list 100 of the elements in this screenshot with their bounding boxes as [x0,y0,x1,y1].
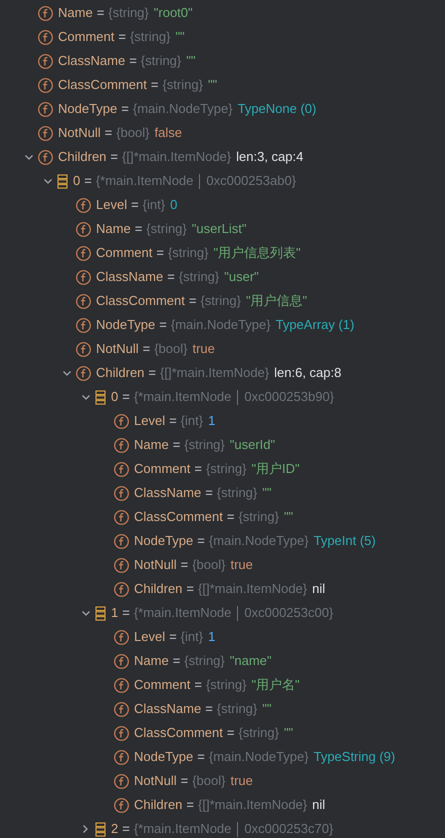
circle-f-icon [114,558,129,572]
field-name: Children [96,364,144,382]
circle-f-icon [114,798,129,812]
field-value: "" [262,700,272,718]
field-value: "用户名" [251,676,300,694]
equals-sign: = [142,340,150,358]
circle-f-icon [38,150,53,164]
chevron-down-icon[interactable] [80,610,90,616]
field-name: Level [96,196,128,214]
equals-sign: = [186,580,194,598]
type-label: {*main.ItemNode [96,172,194,190]
equals-sign: = [148,364,156,382]
chevron-down-icon[interactable] [42,178,52,184]
stack-icon [95,606,106,620]
field-value: "name" [230,652,272,670]
circle-f-icon [38,6,53,20]
circle-f-icon [38,78,53,92]
chevron-down-icon[interactable] [62,370,72,376]
field-value: "" [284,508,294,526]
type-label: {string} [206,676,246,694]
circle-f-icon [114,654,129,668]
circle-f-icon [114,630,129,644]
type-label: {string} [178,268,220,286]
field-name: Children [58,148,106,166]
field-value: TypeInt (5) [314,532,376,550]
type-label: {string} [146,220,187,238]
field-name: NodeType [96,316,156,334]
type-label: {bool} [192,772,226,790]
circle-f-icon [38,126,53,140]
type-label: {bool} [154,340,188,358]
circle-f-icon [76,294,91,308]
type-label: {int} [180,628,204,646]
type-label: {string} [206,460,246,478]
type-label: {string} [200,292,241,310]
type-label: {string} [216,484,258,502]
field-value: 1 [208,412,216,430]
equals-sign: = [156,244,164,262]
equals-sign: = [197,748,205,766]
field-value: "" [284,724,294,742]
type-label: {string} [108,4,149,22]
circle-f-icon [76,318,91,332]
equals-sign: = [122,604,130,622]
type-label: {string} [168,244,208,262]
type-label: {string} [130,28,170,46]
type-label: {string} [184,436,225,454]
circle-f-icon [114,486,129,500]
circle-f-icon [76,270,91,284]
chevron-right-icon[interactable] [82,824,89,834]
field-name: Level [134,412,166,430]
equals-sign: = [131,196,139,214]
equals-sign: = [134,220,142,238]
circle-f-icon [114,702,129,716]
field-value: TypeNone (0) [238,100,316,118]
stack-icon [95,822,106,836]
equals-sign: = [180,772,188,790]
field-name: Name [58,4,93,22]
circle-f-icon [114,582,129,596]
equals-sign: = [226,508,234,526]
type-label: {string} [238,724,279,742]
chevron-down-icon[interactable] [24,154,34,160]
equals-sign: = [205,484,213,502]
equals-sign: = [172,436,180,454]
field-name: NotNull [96,340,139,358]
address-label: 0xc000253c00} [244,604,334,622]
type-label: {*main.ItemNode [134,388,232,406]
field-value: len:6, cap:8 [274,364,342,382]
field-name: ClassComment [134,508,223,526]
circle-f-icon [114,774,129,788]
field-name: Children [134,580,182,598]
field-name: Level [134,628,166,646]
type-label: {bool} [116,124,150,142]
field-name: NodeType [134,748,194,766]
equals-sign: = [167,268,175,286]
circle-f-icon [114,678,129,692]
type-label: {string} [162,76,203,94]
circle-f-icon [76,198,91,212]
field-value: "用户信息列表" [213,244,301,262]
field-value: "" [186,52,196,70]
field-name: Comment [134,676,190,694]
type-label: {main.NodeType} [208,748,309,766]
field-value: false [154,124,182,142]
field-value: "" [262,484,272,502]
field-value: "userList" [192,220,247,238]
field-value: true [230,772,253,790]
address-label: 0xc000253c70} [244,820,334,838]
equals-sign: = [194,676,202,694]
index-label: 0 [111,388,118,406]
chevron-down-icon[interactable] [80,394,90,400]
equals-sign: = [180,556,188,574]
field-name: Name [134,652,169,670]
equals-sign: = [121,100,129,118]
field-name: NotNull [134,772,177,790]
field-value: "userId" [230,436,276,454]
type-label: {[]*main.ItemNode} [160,364,270,382]
equals-sign: = [129,52,137,70]
field-name: ClassComment [96,292,185,310]
field-value: "用户信息" [246,292,308,310]
equals-sign: = [159,316,167,334]
type-label: {string} [238,508,279,526]
equals-sign: = [226,724,234,742]
